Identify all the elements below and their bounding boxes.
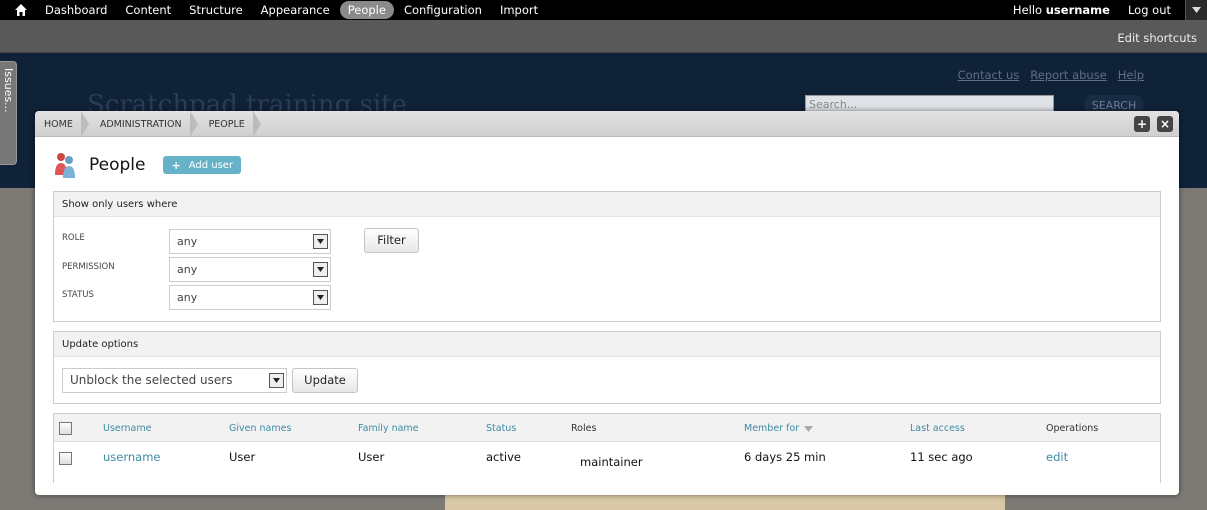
column-member-for-label: Member for xyxy=(744,423,800,434)
table-row: username User User active maintainer 6 d… xyxy=(54,443,1160,483)
plus-icon: + xyxy=(1136,117,1148,131)
row-roles: maintainer xyxy=(580,455,643,469)
status-select[interactable]: any xyxy=(169,285,331,310)
issues-tab-label: Issues... xyxy=(2,68,15,113)
update-button[interactable]: Update xyxy=(292,368,358,393)
site-links: Contact us Report abuse Help xyxy=(958,68,1144,82)
toolbar-item-people[interactable]: People xyxy=(339,1,394,19)
report-abuse-link[interactable]: Report abuse xyxy=(1030,68,1106,82)
overlay-titlebar: Home Administration People + × xyxy=(35,111,1179,137)
row-last-access: 11 sec ago xyxy=(910,450,973,464)
select-all-checkbox[interactable] xyxy=(59,422,72,435)
close-overlay-button[interactable]: × xyxy=(1157,116,1173,132)
toolbar-item-dashboard[interactable]: Dashboard xyxy=(37,1,115,19)
dropdown-arrow-icon xyxy=(269,373,284,388)
filter-button[interactable]: Filter xyxy=(364,228,419,253)
edit-shortcuts-link[interactable]: Edit shortcuts xyxy=(1117,31,1197,45)
column-username[interactable]: Username xyxy=(103,423,151,434)
filter-legend: Show only users where xyxy=(54,192,1160,217)
dropdown-arrow-icon xyxy=(313,290,328,305)
column-last-access[interactable]: Last access xyxy=(910,423,965,434)
row-select-checkbox[interactable] xyxy=(59,452,72,465)
role-select-value: any xyxy=(177,235,198,248)
row-status: active xyxy=(486,450,521,464)
dropdown-arrow-icon xyxy=(313,262,328,277)
page-title: People xyxy=(89,155,146,175)
current-username[interactable]: username xyxy=(1046,3,1110,17)
row-username-link[interactable]: username xyxy=(103,450,161,464)
column-family-name[interactable]: Family name xyxy=(358,423,419,434)
breadcrumb-people[interactable]: People xyxy=(200,111,263,137)
column-member-for[interactable]: Member for xyxy=(744,423,814,434)
column-operations: Operations xyxy=(1046,423,1099,434)
status-label: STATUS xyxy=(62,290,94,300)
update-action-value: Unblock the selected users xyxy=(70,373,233,387)
row-given-names: User xyxy=(229,450,256,464)
toolbar-menu: Dashboard Content Structure Appearance P… xyxy=(37,0,548,20)
issues-tab[interactable]: Issues... xyxy=(0,61,17,165)
dropdown-arrow-icon xyxy=(313,234,328,249)
admin-toolbar: Dashboard Content Structure Appearance P… xyxy=(0,0,1207,22)
breadcrumb-administration[interactable]: Administration xyxy=(91,111,200,137)
shortcuts-toggle-button[interactable] xyxy=(1185,0,1207,22)
table-header: Username Given names Family name Status … xyxy=(54,414,1160,442)
permission-select-value: any xyxy=(177,263,198,276)
update-options-fieldset: Update options Unblock the selected user… xyxy=(53,331,1161,404)
plus-icon: + xyxy=(171,158,181,172)
site-content-background xyxy=(445,493,1005,510)
expand-overlay-button[interactable]: + xyxy=(1134,116,1150,132)
permission-label: PERMISSION xyxy=(62,262,115,272)
people-icon xyxy=(55,153,75,178)
chevron-down-icon xyxy=(1192,7,1201,13)
close-icon: × xyxy=(1159,117,1171,131)
role-label: ROLE xyxy=(62,233,85,243)
update-action-select[interactable]: Unblock the selected users xyxy=(62,368,287,393)
page-header: People + Add user xyxy=(53,150,242,180)
breadcrumb-home[interactable]: Home xyxy=(35,111,91,137)
update-options-legend: Update options xyxy=(54,332,1160,357)
home-icon[interactable] xyxy=(14,3,28,17)
toolbar-item-import[interactable]: Import xyxy=(492,1,546,19)
column-roles: Roles xyxy=(571,423,597,434)
help-link[interactable]: Help xyxy=(1118,68,1144,82)
role-select[interactable]: any xyxy=(169,229,331,254)
row-edit-link[interactable]: edit xyxy=(1046,450,1068,464)
toolbar-user-area: Hello username Log out xyxy=(1013,0,1171,20)
toolbar-item-content[interactable]: Content xyxy=(117,1,179,19)
toolbar-item-appearance[interactable]: Appearance xyxy=(253,1,338,19)
toolbar-item-configuration[interactable]: Configuration xyxy=(396,1,490,19)
contact-us-link[interactable]: Contact us xyxy=(958,68,1020,82)
row-member-for: 6 days 25 min xyxy=(744,450,826,464)
add-user-label: Add user xyxy=(188,159,234,171)
add-user-button[interactable]: + Add user xyxy=(163,156,242,174)
hello-text: Hello xyxy=(1012,3,1043,17)
shortcuts-bar: Edit shortcuts xyxy=(0,20,1207,53)
column-given-names[interactable]: Given names xyxy=(229,423,291,434)
breadcrumb: Home Administration People xyxy=(35,111,263,137)
logout-link[interactable]: Log out xyxy=(1128,3,1171,17)
toolbar-item-structure[interactable]: Structure xyxy=(181,1,251,19)
status-select-value: any xyxy=(177,291,198,304)
column-status[interactable]: Status xyxy=(486,423,516,434)
row-family-name: User xyxy=(358,450,385,464)
filter-fieldset: Show only users where ROLE any PERMISSIO… xyxy=(53,191,1161,322)
users-table: Username Given names Family name Status … xyxy=(53,413,1161,483)
permission-select[interactable]: any xyxy=(169,257,331,282)
sort-descending-icon xyxy=(804,425,814,432)
admin-overlay: Home Administration People + × People + … xyxy=(35,111,1179,495)
